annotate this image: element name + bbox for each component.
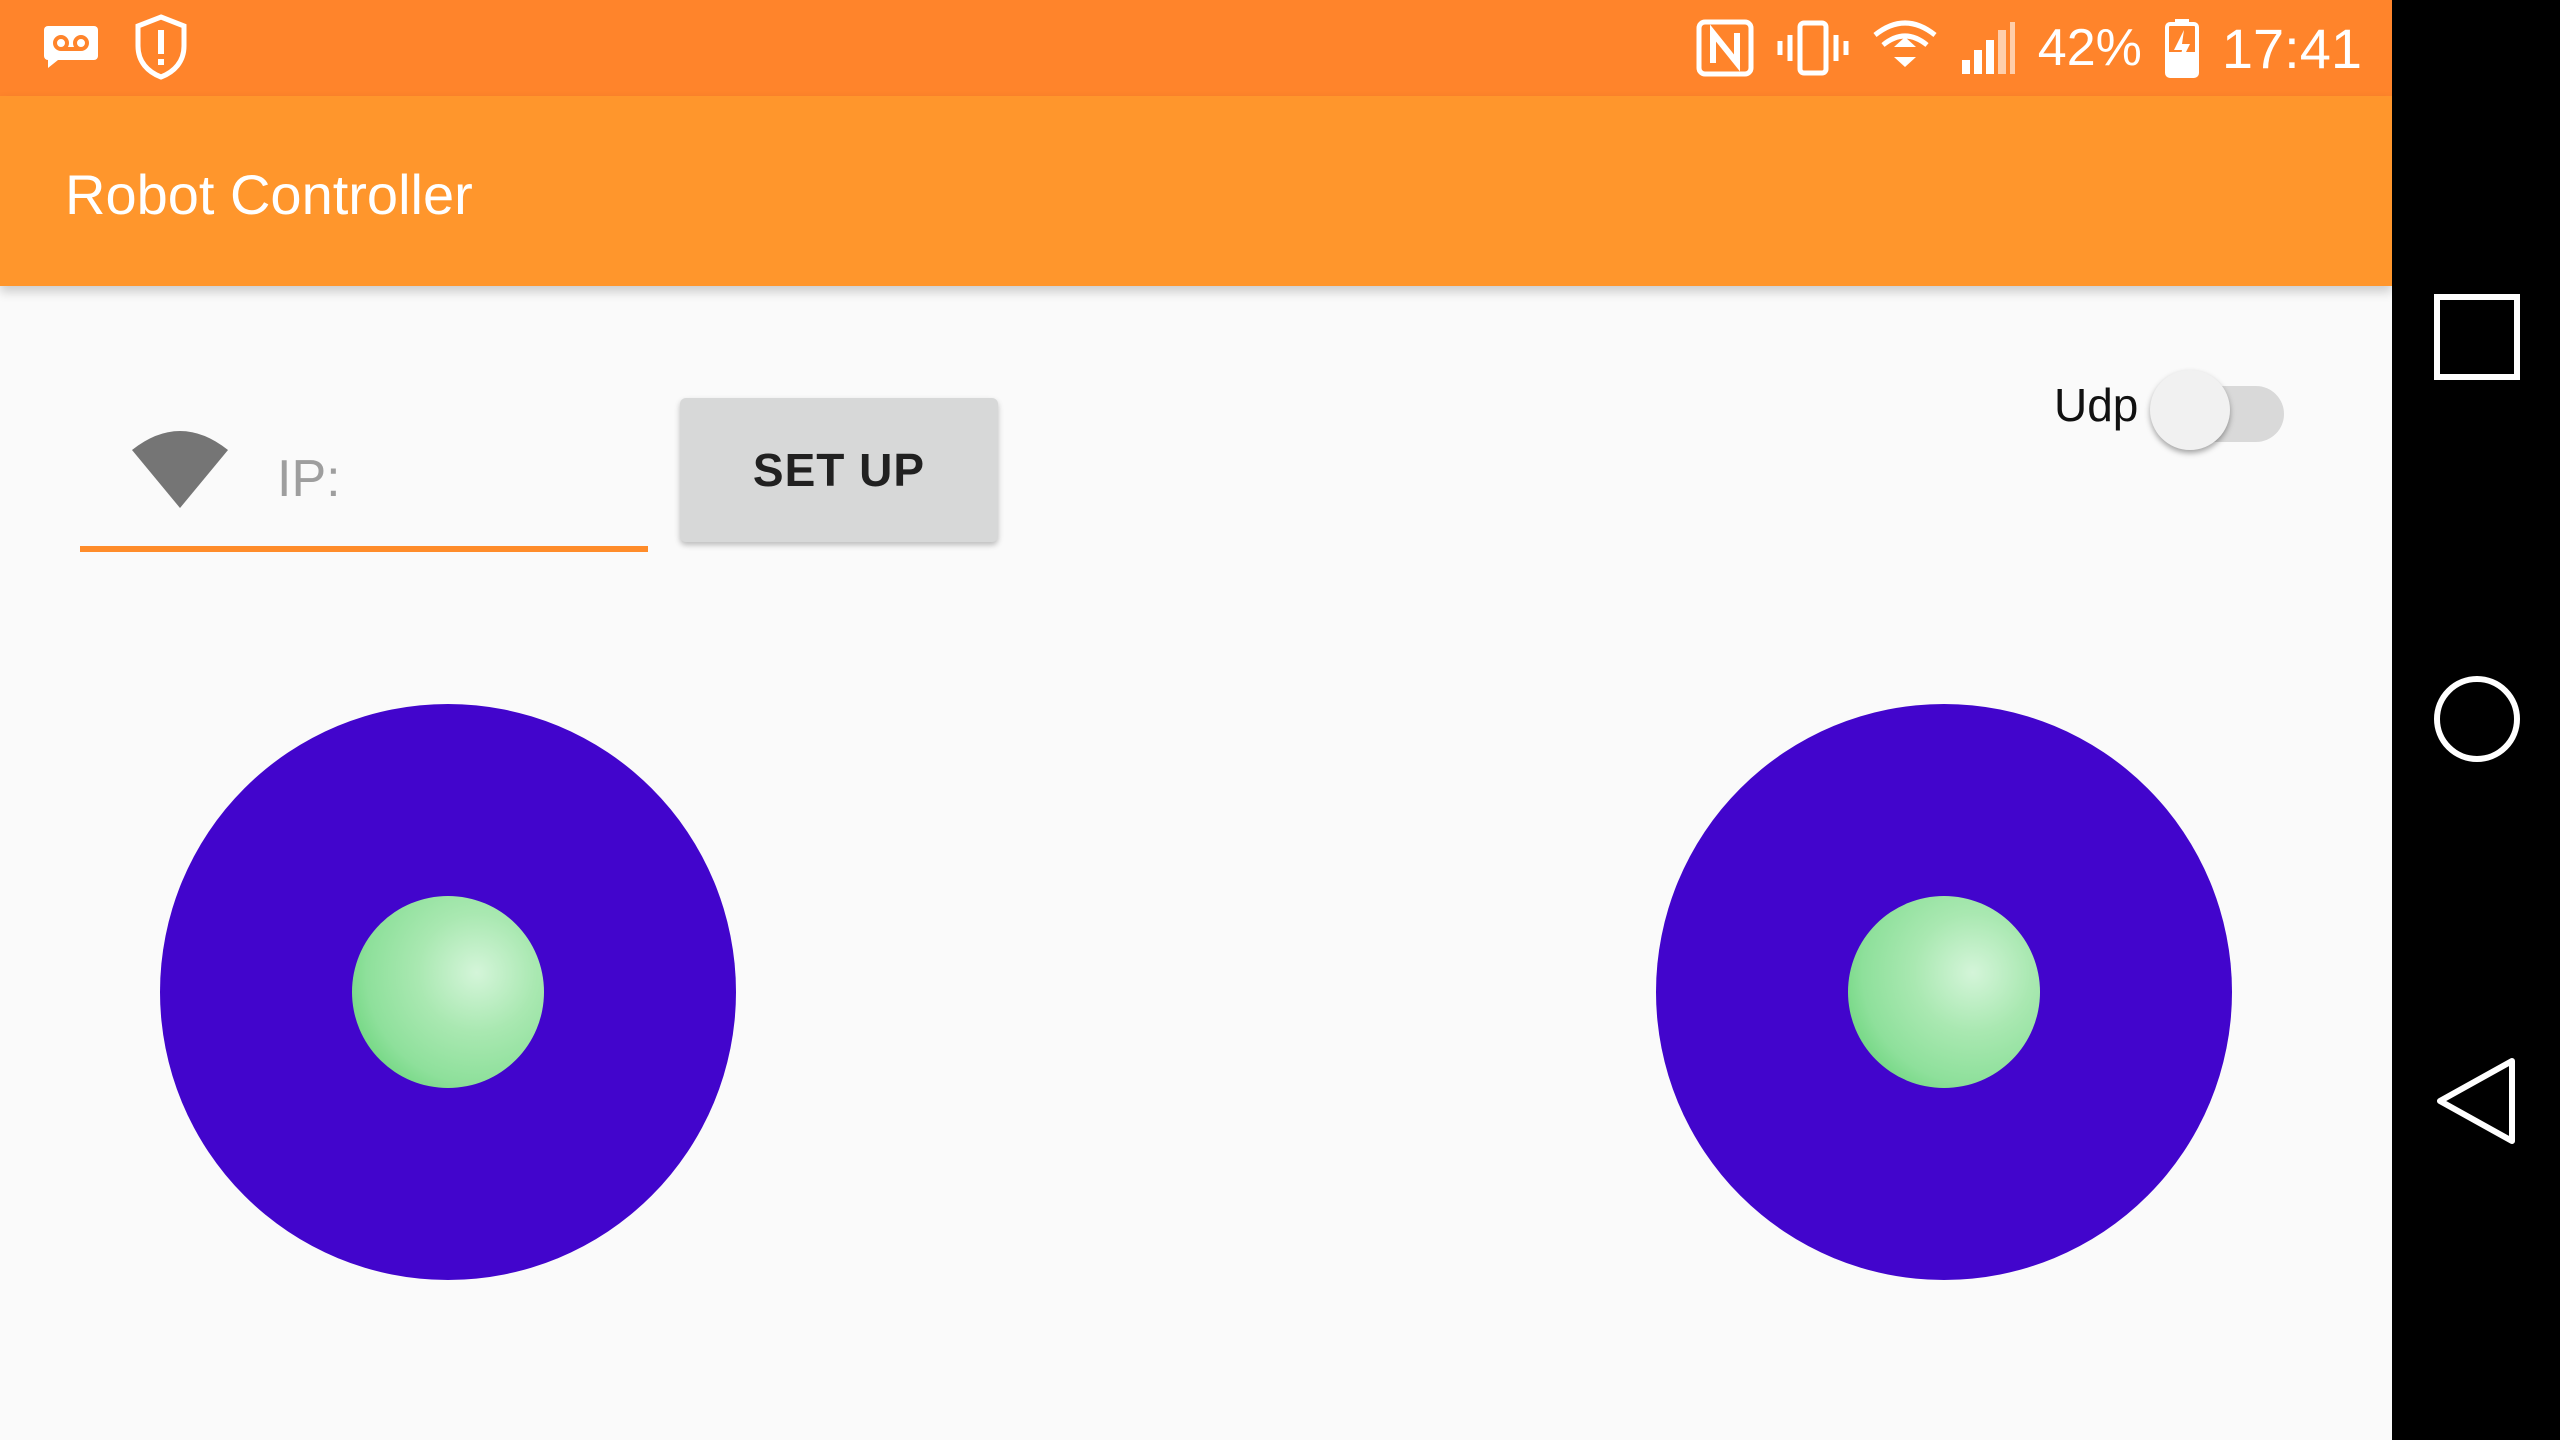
battery-charging-icon	[2164, 18, 2200, 78]
left-joystick-knob[interactable]	[352, 896, 544, 1088]
shield-alert-icon	[134, 14, 188, 80]
udp-switch[interactable]	[2150, 366, 2286, 450]
home-icon[interactable]	[2432, 674, 2522, 769]
setup-button[interactable]: SET UP	[680, 398, 998, 542]
voicemail-icon	[42, 24, 100, 70]
ip-input-underline	[80, 546, 648, 552]
right-joystick-knob[interactable]	[1848, 896, 2040, 1088]
navigation-bar	[2392, 0, 2560, 1440]
status-bar: 42% 17:41	[0, 0, 2392, 96]
signal-icon	[1960, 20, 2016, 76]
app-title: Robot Controller	[65, 163, 473, 226]
udp-switch-thumb	[2150, 370, 2230, 450]
udp-label: Udp	[2054, 379, 2139, 431]
app-screen: 42% 17:41 Robot Controller SET UP	[0, 0, 2392, 1440]
ip-field	[80, 420, 648, 556]
wifi-icon	[130, 428, 230, 515]
clock: 17:41	[2221, 16, 2362, 80]
battery-text: 42%	[2037, 19, 2142, 77]
recents-icon[interactable]	[2432, 292, 2522, 387]
nfc-icon	[1696, 19, 1754, 77]
app-bar: Robot Controller	[0, 96, 2392, 286]
back-icon[interactable]	[2432, 1056, 2522, 1151]
ip-input[interactable]	[275, 438, 639, 520]
right-joystick[interactable]	[1656, 704, 2232, 1280]
wifi-status-icon	[1872, 19, 1938, 77]
vibrate-icon	[1776, 19, 1850, 77]
left-joystick[interactable]	[160, 704, 736, 1280]
